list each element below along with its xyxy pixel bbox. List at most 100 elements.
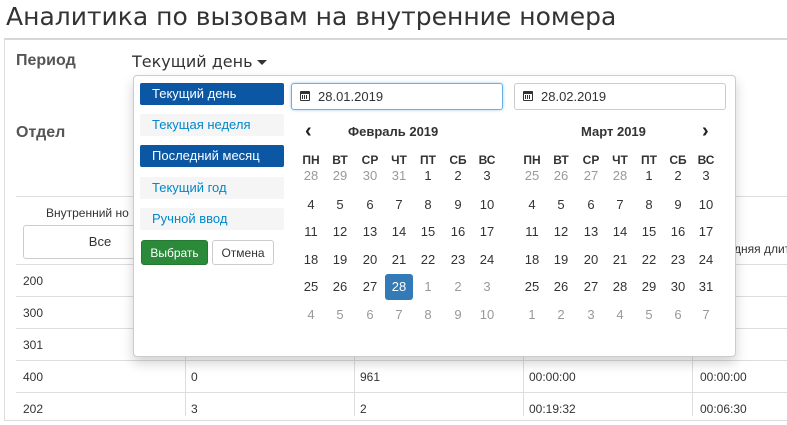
calendar-day[interactable]: 7 <box>692 302 720 328</box>
prev-month-icon[interactable]: ‹ <box>305 120 312 143</box>
calendar-day[interactable]: 11 <box>297 219 325 245</box>
calendar-day[interactable]: 8 <box>414 302 442 328</box>
start-date-input[interactable]: 28.01.2019 <box>291 83 503 110</box>
calendar-day[interactable]: 7 <box>385 302 413 328</box>
calendar-day[interactable]: 29 <box>326 163 354 189</box>
calendar-day[interactable]: 2 <box>664 163 692 189</box>
calendar-day[interactable]: 28 <box>606 163 634 189</box>
calendar-day[interactable]: 29 <box>635 274 663 300</box>
calendar-day[interactable]: 24 <box>473 247 501 273</box>
calendar-day[interactable]: 27 <box>577 163 605 189</box>
range-option[interactable]: Текущая неделя <box>140 114 284 136</box>
calendar-day[interactable]: 13 <box>356 219 384 245</box>
table-cell: 301 <box>23 338 44 352</box>
calendar-day[interactable]: 31 <box>385 163 413 189</box>
calendar-day[interactable]: 6 <box>577 192 605 218</box>
calendar-day[interactable]: 1 <box>518 302 546 328</box>
calendar-day[interactable]: 15 <box>414 219 442 245</box>
calendar-day[interactable]: 27 <box>577 274 605 300</box>
calendar-day[interactable]: 28 <box>297 163 325 189</box>
calendar-day[interactable]: 21 <box>385 247 413 273</box>
calendar-day[interactable]: 4 <box>606 302 634 328</box>
calendar-day[interactable]: 8 <box>635 192 663 218</box>
calendar-day[interactable]: 2 <box>547 302 575 328</box>
calendar-day[interactable]: 24 <box>692 247 720 273</box>
calendar-day[interactable]: 10 <box>473 302 501 328</box>
calendar-day[interactable]: 22 <box>414 247 442 273</box>
calendar-day[interactable]: 5 <box>326 192 354 218</box>
calendar-day[interactable]: 13 <box>577 219 605 245</box>
range-option[interactable]: Последний месяц <box>140 145 284 167</box>
end-date-input[interactable]: 28.02.2019 <box>514 83 726 110</box>
calendar-day[interactable]: 28 <box>385 274 413 300</box>
calendar-day[interactable]: 15 <box>635 219 663 245</box>
calendar-day[interactable]: 14 <box>606 219 634 245</box>
calendar-day[interactable]: 23 <box>444 247 472 273</box>
calendar-day[interactable]: 3 <box>473 163 501 189</box>
calendar-day[interactable]: 22 <box>635 247 663 273</box>
calendar-day[interactable]: 8 <box>414 192 442 218</box>
calendar-day[interactable]: 4 <box>518 192 546 218</box>
calendar-day[interactable]: 1 <box>635 163 663 189</box>
calendar-day[interactable]: 18 <box>518 247 546 273</box>
calendar-day[interactable]: 30 <box>664 274 692 300</box>
calendar-day[interactable]: 17 <box>692 219 720 245</box>
calendar-day[interactable]: 6 <box>664 302 692 328</box>
apply-button[interactable]: Выбрать <box>141 240 208 265</box>
calendar-day[interactable]: 6 <box>356 192 384 218</box>
calendar-day[interactable]: 3 <box>692 163 720 189</box>
calendar-day[interactable]: 5 <box>547 192 575 218</box>
calendar-day[interactable]: 26 <box>547 163 575 189</box>
calendar-day[interactable]: 21 <box>606 247 634 273</box>
calendar-day[interactable]: 26 <box>547 274 575 300</box>
calendar-day[interactable]: 25 <box>518 163 546 189</box>
period-dropdown-toggle[interactable]: Текущий день <box>132 52 267 71</box>
table-cell: 00:00:00 <box>529 370 576 384</box>
range-option[interactable]: Текущий день <box>140 83 284 105</box>
calendar-day[interactable]: 19 <box>547 247 575 273</box>
calendar-day[interactable]: 12 <box>547 219 575 245</box>
calendar-day[interactable]: 30 <box>356 163 384 189</box>
calendar-day[interactable]: 4 <box>297 302 325 328</box>
calendar-day[interactable]: 5 <box>635 302 663 328</box>
calendar-day[interactable]: 2 <box>444 163 472 189</box>
next-month-icon[interactable]: › <box>702 120 709 143</box>
calendar-day[interactable]: 9 <box>664 192 692 218</box>
calendar-day[interactable]: 18 <box>297 247 325 273</box>
calendar-day[interactable]: 28 <box>606 274 634 300</box>
left-month-title: Февраль 2019 <box>348 124 439 139</box>
calendar-day[interactable]: 16 <box>444 219 472 245</box>
calendar-day[interactable]: 3 <box>473 274 501 300</box>
calendar-day[interactable]: 20 <box>577 247 605 273</box>
cancel-button[interactable]: Отмена <box>212 240 274 265</box>
calendar-day[interactable]: 7 <box>385 192 413 218</box>
calendar-day[interactable]: 12 <box>326 219 354 245</box>
calendar-day[interactable]: 26 <box>326 274 354 300</box>
table-cell: 200 <box>23 274 44 288</box>
calendar-day[interactable]: 9 <box>444 302 472 328</box>
calendar-day[interactable]: 14 <box>385 219 413 245</box>
range-option[interactable]: Ручной ввод <box>140 208 284 230</box>
calendar-day[interactable]: 27 <box>356 274 384 300</box>
calendar-day[interactable]: 9 <box>444 192 472 218</box>
range-option[interactable]: Текущий год <box>140 177 284 199</box>
calendar-day[interactable]: 10 <box>473 192 501 218</box>
calendar-day[interactable]: 20 <box>356 247 384 273</box>
calendar-day[interactable]: 1 <box>414 163 442 189</box>
calendar-day[interactable]: 10 <box>692 192 720 218</box>
calendar-day[interactable]: 25 <box>297 274 325 300</box>
calendar-day[interactable]: 17 <box>473 219 501 245</box>
calendar-day[interactable]: 6 <box>356 302 384 328</box>
calendar-day[interactable]: 25 <box>518 274 546 300</box>
calendar-day[interactable]: 2 <box>444 274 472 300</box>
calendar-day[interactable]: 11 <box>518 219 546 245</box>
calendar-day[interactable]: 3 <box>577 302 605 328</box>
calendar-day[interactable]: 16 <box>664 219 692 245</box>
calendar-day[interactable]: 5 <box>326 302 354 328</box>
calendar-day[interactable]: 4 <box>297 192 325 218</box>
calendar-day[interactable]: 23 <box>664 247 692 273</box>
calendar-day[interactable]: 1 <box>414 274 442 300</box>
calendar-day[interactable]: 7 <box>606 192 634 218</box>
calendar-day[interactable]: 31 <box>692 274 720 300</box>
calendar-day[interactable]: 19 <box>326 247 354 273</box>
